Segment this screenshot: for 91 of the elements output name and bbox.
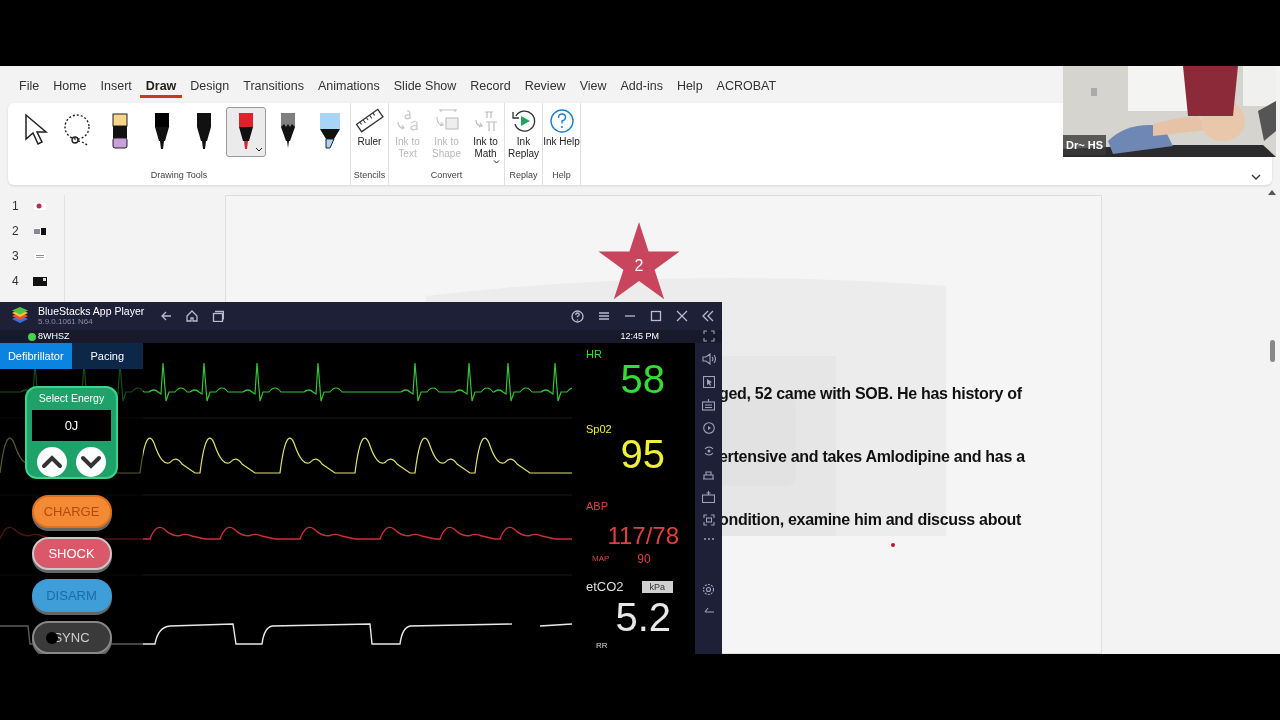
mode-tab[interactable]: Defibrillator: [0, 343, 72, 370]
ribbon-tab[interactable]: Home: [47, 79, 93, 98]
menu-icon[interactable]: [598, 310, 610, 322]
pointer-icon[interactable]: [702, 376, 715, 388]
group-label: Drawing Tools: [150, 168, 208, 182]
screenshot-icon[interactable]: [702, 514, 715, 526]
highlighter-icon: [318, 112, 342, 152]
slide-thumbnail[interactable]: [33, 201, 47, 211]
drawing-tool-button[interactable]: [226, 107, 266, 157]
rotate-icon[interactable]: [702, 445, 715, 457]
star-number: 2: [633, 256, 645, 276]
app-logo-icon: [10, 307, 30, 325]
ribbon-button[interactable]: Ruler: [351, 107, 388, 148]
slide-thumbnail[interactable]: [33, 226, 47, 236]
eraser-icon: [111, 112, 129, 150]
ribbon-tab[interactable]: File: [13, 79, 46, 98]
vital-value: 58: [620, 358, 665, 399]
vital-label: Sp02: [586, 422, 613, 437]
help-icon[interactable]: [571, 309, 584, 323]
keyboard-icon[interactable]: [702, 399, 715, 411]
scroll-thumb[interactable]: [1269, 340, 1275, 362]
slide-number: 3: [12, 248, 20, 265]
vital-label: ABP: [586, 499, 609, 514]
ribbon-button[interactable]: Ink to Math: [467, 107, 504, 164]
help-icon: [547, 108, 576, 134]
ribbon-button[interactable]: Ink Help: [543, 107, 580, 148]
mode-tab[interactable]: Pacing: [71, 343, 143, 370]
close-icon[interactable]: [676, 310, 688, 322]
ribbon-tab[interactable]: Draw: [139, 79, 183, 98]
vital-label: HR: [586, 347, 603, 362]
increase-energy-icon[interactable]: [37, 447, 67, 477]
ribbon-tab[interactable]: Add-ins: [614, 79, 669, 98]
shock-button[interactable]: SHOCK: [31, 537, 112, 570]
energy-label: Select Energy: [38, 391, 105, 407]
ribbon-tab[interactable]: Review: [518, 79, 572, 98]
vital-label: RR: [596, 639, 609, 652]
decrease-energy-icon[interactable]: [76, 447, 106, 477]
slide-thumbnail[interactable]: [33, 251, 47, 261]
pen-icon: [153, 112, 171, 152]
pointer-icon: [23, 112, 49, 148]
slide-thumbnail[interactable]: [33, 276, 47, 286]
back-icon[interactable]: [702, 607, 715, 613]
group-label: Replay: [509, 168, 538, 182]
volume-icon[interactable]: [701, 353, 716, 365]
ribbon-tab[interactable]: Animations: [311, 79, 386, 98]
instance-name: 8WHSZ: [38, 329, 70, 343]
map-value: 90: [637, 550, 651, 568]
slide-number: 2: [12, 223, 20, 240]
install-apk-icon[interactable]: [702, 491, 715, 503]
ribbon-button[interactable]: Ink Replay: [505, 107, 542, 160]
macro-icon[interactable]: [702, 468, 715, 480]
window-title: BlueStacks App Player: [38, 306, 145, 317]
vital-label: etCO2: [586, 578, 624, 596]
back-icon[interactable]: [160, 310, 173, 322]
collapse-sidebar-icon[interactable]: [702, 310, 714, 322]
fullscreen-icon[interactable]: [702, 330, 715, 342]
vital-value: 95: [620, 433, 665, 474]
ribbon-tab[interactable]: View: [573, 79, 613, 98]
maximize-icon[interactable]: [650, 310, 662, 322]
caret-icon: [255, 147, 263, 152]
vital-value: 5.2: [615, 596, 671, 637]
play-icon[interactable]: [702, 422, 715, 434]
version-text: 5.9.0.1061 N64: [38, 317, 93, 326]
group-label: Help: [552, 168, 571, 182]
group-label: Stencils: [353, 168, 386, 182]
group-label: Convert: [430, 168, 463, 182]
pen-icon: [195, 112, 213, 152]
ribbon-tab[interactable]: Help: [670, 79, 709, 98]
map-label: MAP: [592, 552, 610, 565]
settings-icon[interactable]: [702, 583, 715, 596]
clock-text: 12:45 PM: [620, 329, 659, 343]
replay-icon: [509, 108, 538, 134]
recent-apps-icon[interactable]: [212, 310, 225, 322]
home-icon[interactable]: [186, 310, 199, 322]
ribbon-tab[interactable]: Transitions: [237, 79, 310, 98]
more-icon[interactable]: [702, 537, 715, 541]
slide-number: 1: [12, 198, 20, 215]
energy-value: 0J: [32, 410, 111, 441]
caret-icon: [493, 160, 500, 164]
vital-value: 117/78: [607, 521, 679, 550]
collapse-ribbon-icon[interactable]: [1250, 173, 1262, 181]
ribbon-tab[interactable]: Insert: [94, 79, 138, 98]
ribbon-tab[interactable]: Slide Show: [387, 79, 463, 98]
slide-number: 4: [12, 273, 20, 290]
ribbon-tab[interactable]: Record: [464, 79, 517, 98]
scroll-up-icon[interactable]: [1268, 189, 1276, 195]
participant-name: Dr~ HS: [1063, 134, 1106, 155]
unit-badge: kPa: [641, 580, 674, 593]
pen-icon: [237, 112, 255, 152]
ribbon-tab[interactable]: ACROBAT: [710, 79, 783, 98]
ribbon-tab[interactable]: Design: [184, 79, 236, 98]
